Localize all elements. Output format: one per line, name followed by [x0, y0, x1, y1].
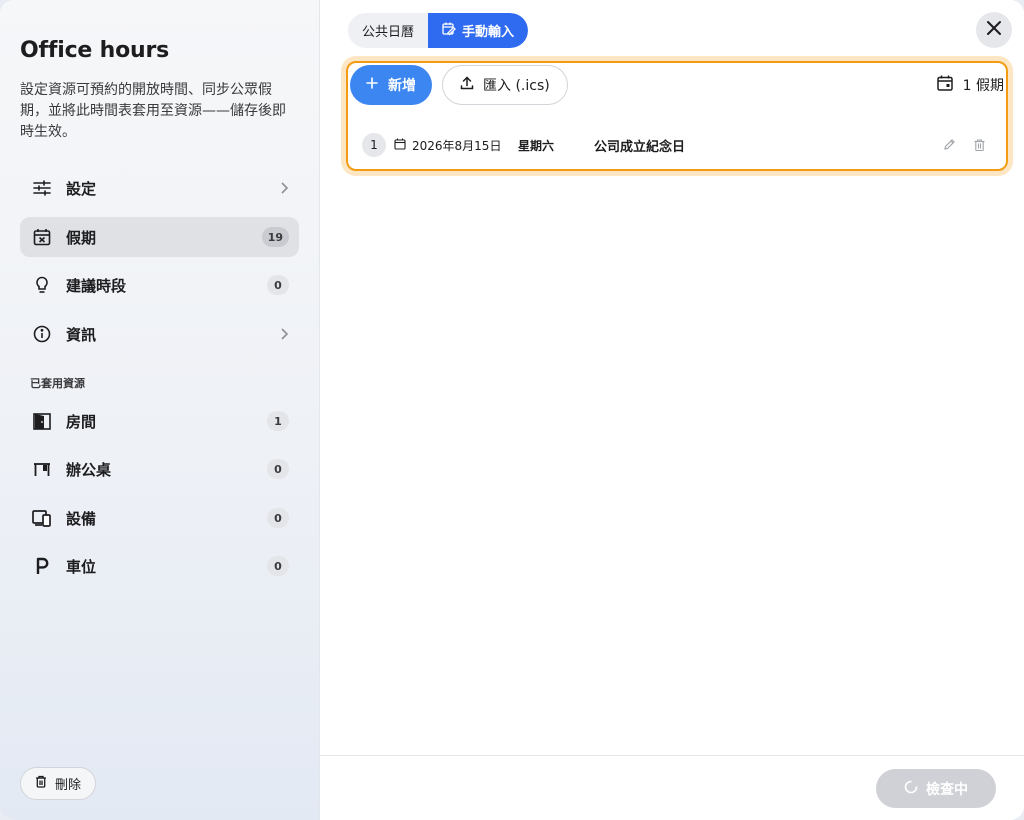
office-hours-dialog: Office hours 設定資源可預約的開放時間、同步公眾假期，並將此時間表套…: [0, 0, 1024, 820]
holiday-weekday: 星期六: [518, 138, 555, 153]
spinner-icon: [904, 780, 918, 798]
count-badge: 0: [267, 459, 289, 479]
sidebar-item-equipment[interactable]: 設備 0: [20, 498, 299, 538]
holiday-name: 公司成立紀念日: [594, 139, 686, 155]
calendar-edit-icon: [442, 22, 456, 40]
sidebar-item-holidays[interactable]: 假期 19: [20, 217, 299, 257]
row-index: 1: [362, 133, 386, 157]
count-badge: 0: [267, 556, 289, 576]
trash-icon: [974, 136, 985, 155]
sidebar-item-label: 建議時段: [66, 276, 127, 295]
sidebar-item-desks[interactable]: 辦公桌 0: [20, 449, 299, 489]
count-badge: 0: [267, 275, 289, 295]
pencil-icon: [943, 136, 956, 155]
add-label: 新增: [388, 78, 416, 94]
upload-icon: [460, 76, 474, 94]
edit-holiday-button[interactable]: [934, 136, 964, 155]
sidebar-item-info[interactable]: 資訊: [20, 314, 299, 354]
parking-icon: [32, 556, 52, 576]
tab-public-calendar[interactable]: 公共日曆: [348, 13, 428, 48]
holiday-count-label: 1 假期: [962, 78, 1004, 94]
delete-holiday-button[interactable]: [964, 136, 994, 155]
lightbulb-icon: [32, 275, 52, 295]
count-badge: 19: [261, 227, 289, 247]
sidebar-item-label: 車位: [66, 557, 97, 576]
count-badge: 0: [267, 508, 289, 528]
close-icon: [986, 20, 1002, 40]
sidebar-item-label: 設定: [66, 179, 97, 198]
page-title: Office hours: [20, 38, 169, 63]
delete-button[interactable]: 刪除: [20, 767, 97, 800]
holiday-date: 2026年8月15日: [394, 137, 518, 154]
holiday-count: 1 假期: [936, 75, 1004, 95]
section-label: 已套用資源: [30, 377, 85, 390]
count-badge: 1: [267, 411, 289, 431]
chevron-right-icon: [279, 325, 289, 344]
delete-label: 刪除: [55, 778, 82, 793]
tab-label: 手動輸入: [462, 25, 515, 40]
holiday-date-text: 2026年8月15日: [412, 138, 502, 153]
tab-label: 公共日曆: [362, 25, 415, 40]
holiday-row: 1 2026年8月15日 星期六 公司成立紀念日: [362, 132, 994, 158]
sidebar: Office hours 設定資源可預約的開放時間、同步公眾假期，並將此時間表套…: [0, 0, 320, 820]
plus-icon: [366, 77, 378, 93]
footer: 檢查中: [320, 755, 1024, 820]
page-description: 設定資源可預約的開放時間、同步公眾假期，並將此時間表套用至資源——儲存後即時生效…: [20, 82, 286, 140]
sidebar-item-label: 辦公桌: [66, 460, 112, 479]
sidebar-item-label: 設備: [66, 509, 97, 528]
add-holiday-button[interactable]: 新增: [350, 65, 432, 105]
calendar-icon: [394, 138, 406, 153]
sidebar-item-label: 房間: [66, 412, 97, 431]
close-button[interactable]: [976, 12, 1012, 48]
sliders-icon: [32, 178, 52, 198]
chevron-right-icon: [279, 179, 289, 198]
tab-manual-entry[interactable]: 手動輸入: [428, 13, 529, 48]
import-label: 匯入 (.ics): [483, 78, 550, 94]
door-icon: [32, 411, 52, 431]
holiday-list-panel: 新增 匯入 (.ics) 1 假期 1 2026年8月15日 星期六 公司成立紀…: [346, 61, 1008, 171]
trash-icon: [35, 775, 47, 792]
sidebar-item-label: 資訊: [66, 325, 97, 344]
main-panel: 公共日曆 手動輸入 新增 匯入 (.ics) 1 假期 1 2026年8月15日…: [320, 0, 1024, 820]
calendar-x-icon: [32, 227, 52, 247]
info-icon: [32, 324, 52, 344]
source-tabs: 公共日曆 手動輸入: [348, 13, 529, 48]
import-ics-button[interactable]: 匯入 (.ics): [442, 65, 568, 105]
devices-icon: [32, 508, 52, 528]
checking-button[interactable]: 檢查中: [876, 769, 996, 808]
sidebar-item-parking[interactable]: 車位 0: [20, 546, 299, 586]
calendar-icon: [936, 75, 953, 95]
checking-label: 檢查中: [926, 781, 968, 798]
sidebar-item-settings[interactable]: 設定: [20, 168, 299, 208]
sidebar-item-label: 假期: [66, 228, 97, 247]
sidebar-item-suggested-slots[interactable]: 建議時段 0: [20, 265, 299, 305]
desk-icon: [32, 459, 52, 479]
sidebar-item-rooms[interactable]: 房間 1: [20, 401, 299, 441]
